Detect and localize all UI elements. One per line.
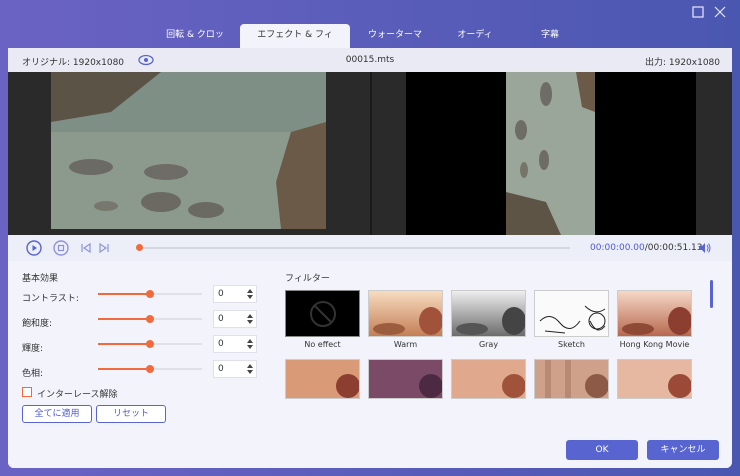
slider-fill bbox=[98, 318, 150, 320]
slider-fill bbox=[98, 368, 150, 370]
spinbox-value: 0 bbox=[218, 314, 224, 324]
spin-up-icon[interactable] bbox=[247, 364, 253, 368]
filter-thumbnail[interactable] bbox=[451, 359, 526, 399]
maximize-icon[interactable] bbox=[692, 6, 704, 22]
basic-effects-title: 基本効果 bbox=[22, 274, 59, 284]
spin-down-icon[interactable] bbox=[247, 370, 253, 374]
tab-subtitle[interactable]: 字幕 bbox=[510, 24, 590, 48]
filter-hong-kong-movie[interactable] bbox=[617, 290, 692, 337]
filter-thumbnail[interactable] bbox=[534, 359, 609, 399]
filter-gray[interactable] bbox=[451, 290, 526, 337]
adjustment-label: 飽和度: bbox=[22, 319, 53, 329]
adjustment-label: 色相: bbox=[22, 369, 44, 379]
spin-up-icon[interactable] bbox=[247, 339, 253, 343]
tab-effects-filters[interactable]: エフェクト & フィルター bbox=[240, 24, 350, 62]
slider-fill bbox=[98, 293, 150, 295]
tab-bar: 回転 & クロップ エフェクト & フィルター ウォーターマーク オーディオ 字… bbox=[150, 24, 590, 62]
filter-thumbnail[interactable] bbox=[617, 359, 692, 399]
tab-rotate-crop[interactable]: 回転 & クロップ bbox=[150, 24, 240, 62]
filter-label: Sketch bbox=[558, 340, 585, 349]
time-display: 00:00:00.00/00:00:51.13 bbox=[590, 243, 703, 253]
slider-handle[interactable] bbox=[146, 315, 154, 323]
play-icon[interactable] bbox=[26, 240, 42, 256]
slider-fill bbox=[98, 343, 150, 345]
filters-scrollbar[interactable] bbox=[710, 280, 713, 308]
info-bar: オリジナル: 1920x1080 00015.mts 出力: 1920x1080 bbox=[8, 48, 732, 72]
filter-label: Hong Kong Movie bbox=[619, 340, 690, 349]
progress-track[interactable] bbox=[142, 247, 570, 249]
original-preview bbox=[51, 72, 326, 229]
volume-icon[interactable] bbox=[697, 241, 711, 255]
progress-handle[interactable] bbox=[136, 244, 143, 251]
stop-icon[interactable] bbox=[53, 240, 69, 256]
output-resolution: 出力: 1920x1080 bbox=[644, 58, 720, 68]
adjustment-slider[interactable] bbox=[98, 290, 202, 298]
content-panel: オリジナル: 1920x1080 00015.mts 出力: 1920x1080 bbox=[8, 48, 732, 468]
spin-up-icon[interactable] bbox=[247, 289, 253, 293]
spinbox-value: 0 bbox=[218, 289, 224, 299]
filter-warm[interactable] bbox=[368, 290, 443, 337]
deinterlace-checkbox[interactable] bbox=[22, 387, 32, 397]
previous-frame-icon[interactable] bbox=[79, 241, 93, 255]
tab-audio[interactable]: オーディオ bbox=[440, 24, 510, 62]
tab-watermark[interactable]: ウォーターマーク bbox=[350, 24, 440, 62]
spin-down-icon[interactable] bbox=[247, 320, 253, 324]
filter-thumbnail[interactable] bbox=[368, 359, 443, 399]
next-frame-icon[interactable] bbox=[97, 241, 111, 255]
adjustment-label: コントラスト: bbox=[22, 294, 79, 304]
adjustment-spinbox[interactable]: 0 bbox=[213, 285, 257, 303]
spinbox-value: 0 bbox=[218, 364, 224, 374]
adjustment-spinbox[interactable]: 0 bbox=[213, 310, 257, 328]
filter-label: Warm bbox=[393, 340, 418, 349]
rotated-video-frame bbox=[506, 72, 595, 235]
filters-title: フィルター bbox=[285, 274, 330, 284]
adjustment-slider[interactable] bbox=[98, 315, 202, 323]
spinbox-value: 0 bbox=[218, 339, 224, 349]
title-bar: 回転 & クロップ エフェクト & フィルター ウォーターマーク オーディオ 字… bbox=[0, 0, 740, 62]
spin-up-icon[interactable] bbox=[247, 314, 253, 318]
apply-to-all-button[interactable]: 全てに適用 bbox=[22, 405, 92, 423]
filter-sketch[interactable] bbox=[534, 290, 609, 337]
adjustment-slider[interactable] bbox=[98, 340, 202, 348]
file-name: 00015.mts bbox=[345, 55, 395, 65]
spin-down-icon[interactable] bbox=[247, 345, 253, 349]
cancel-button[interactable]: キャンセル bbox=[647, 440, 719, 460]
filter-label: No effect bbox=[304, 340, 341, 349]
slider-handle[interactable] bbox=[146, 365, 154, 373]
adjustment-slider[interactable] bbox=[98, 365, 202, 373]
current-time: 00:00:00.00 bbox=[590, 243, 645, 253]
filter-thumbnail[interactable] bbox=[285, 359, 360, 399]
preview-area bbox=[8, 72, 732, 235]
effects-dialog: 回転 & クロップ エフェクト & フィルター ウォーターマーク オーディオ 字… bbox=[0, 0, 740, 476]
slider-handle[interactable] bbox=[146, 290, 154, 298]
output-preview bbox=[406, 72, 696, 235]
preview-divider bbox=[370, 72, 372, 235]
total-time: /00:00:51.13 bbox=[644, 243, 703, 253]
adjustment-spinbox[interactable]: 0 bbox=[213, 335, 257, 353]
close-icon[interactable] bbox=[714, 6, 726, 22]
adjustment-spinbox[interactable]: 0 bbox=[213, 360, 257, 378]
deinterlace-label: インターレース解除 bbox=[37, 390, 118, 400]
ok-button[interactable]: OK bbox=[566, 440, 638, 460]
reset-button[interactable]: リセット bbox=[96, 405, 166, 423]
adjustment-label: 輝度: bbox=[22, 344, 44, 354]
spin-down-icon[interactable] bbox=[247, 295, 253, 299]
slider-handle[interactable] bbox=[146, 340, 154, 348]
playback-controls: 00:00:00.00/00:00:51.13 bbox=[8, 235, 732, 261]
filter-no-effect[interactable] bbox=[285, 290, 360, 337]
filter-label: Gray bbox=[478, 340, 499, 349]
